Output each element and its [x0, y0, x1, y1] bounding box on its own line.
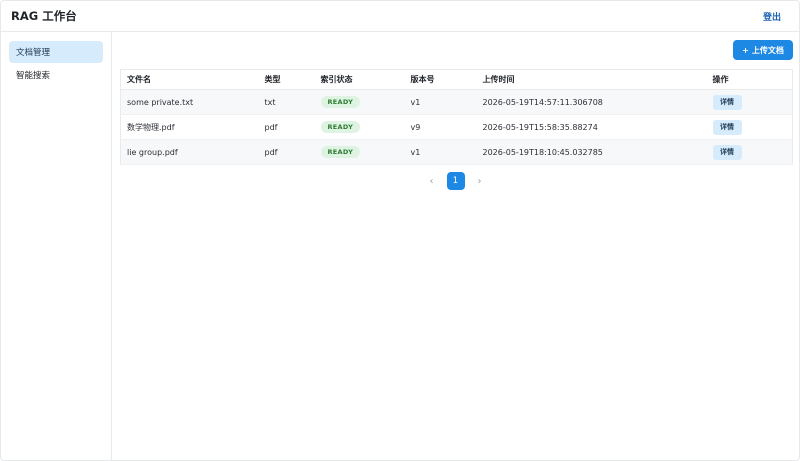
cell-version: v9 — [404, 114, 477, 140]
page-number-current[interactable]: 1 — [446, 172, 465, 190]
cell-upload-time: 2026-05-19T18:10:45.032785 — [476, 139, 707, 165]
detail-button[interactable]: 详情 — [712, 144, 742, 160]
cell-filename: 数学物理.pdf — [120, 114, 259, 140]
status-badge: READY — [320, 96, 361, 108]
detail-button[interactable]: 详情 — [712, 119, 742, 135]
cell-type: pdf — [258, 139, 315, 165]
column-header-upload-time: 上传时间 — [476, 69, 707, 90]
chevron-right-icon[interactable]: › — [473, 176, 487, 187]
column-header-type: 类型 — [258, 69, 315, 90]
cell-status: READY — [314, 139, 405, 165]
status-badge: READY — [320, 121, 361, 133]
column-header-index-status: 索引状态 — [314, 69, 405, 90]
table-header-row: 文件名 类型 索引状态 版本号 上传时间 操作 — [120, 69, 793, 90]
sidebar-item-label: 智能搜索 — [16, 71, 51, 81]
column-header-version: 版本号 — [404, 69, 477, 90]
sidebar: 文档管理 智能搜索 — [1, 32, 112, 460]
cell-actions: 详情 — [706, 114, 793, 140]
detail-button[interactable]: 详情 — [712, 94, 742, 110]
main-content: + 上传文档 文件名 类型 索引状态 版本号 上传时间 操作 some priv… — [112, 32, 799, 460]
cell-upload-time: 2026-05-19T15:58:35.88274 — [476, 114, 707, 140]
cell-filename: lie group.pdf — [120, 139, 259, 165]
cell-type: pdf — [258, 114, 315, 140]
pagination: ‹ 1 › — [112, 172, 799, 190]
cell-version: v1 — [404, 89, 477, 115]
app-window: RAG 工作台 登出 文档管理 智能搜索 + 上传文档 文件名 类型 索引状态 … — [0, 0, 800, 461]
upload-label: 上传文档 — [751, 45, 784, 55]
sidebar-item-search[interactable]: 智能搜索 — [9, 64, 103, 86]
table-row: some private.txt txt READY v1 2026-05-19… — [120, 89, 793, 115]
plus-icon: + — [742, 45, 749, 55]
sidebar-item-documents[interactable]: 文档管理 — [9, 41, 103, 63]
sidebar-item-label: 文档管理 — [16, 48, 51, 58]
table-row: lie group.pdf pdf READY v1 2026-05-19T18… — [120, 139, 793, 165]
cell-status: READY — [314, 114, 405, 140]
column-header-filename: 文件名 — [120, 69, 259, 90]
cell-upload-time: 2026-05-19T14:57:11.306708 — [476, 89, 707, 115]
status-badge: READY — [320, 146, 361, 158]
cell-actions: 详情 — [706, 139, 793, 165]
cell-version: v1 — [404, 139, 477, 165]
cell-actions: 详情 — [706, 89, 793, 115]
logout-link[interactable]: 登出 — [763, 10, 781, 23]
table-row: 数学物理.pdf pdf READY v9 2026-05-19T15:58:3… — [120, 114, 793, 140]
header: RAG 工作台 登出 — [1, 1, 799, 32]
app-title: RAG 工作台 — [11, 9, 77, 23]
column-header-actions: 操作 — [706, 69, 793, 90]
documents-table: 文件名 类型 索引状态 版本号 上传时间 操作 some private.txt… — [120, 69, 793, 165]
cell-status: READY — [314, 89, 405, 115]
upload-document-button[interactable]: + 上传文档 — [733, 40, 793, 60]
cell-filename: some private.txt — [120, 89, 259, 115]
cell-type: txt — [258, 89, 315, 115]
chevron-left-icon[interactable]: ‹ — [425, 176, 439, 187]
